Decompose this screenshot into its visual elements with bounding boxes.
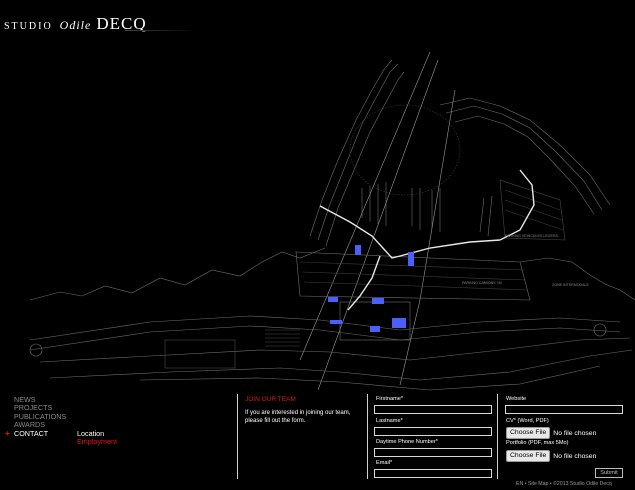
column-divider-2 [367,394,368,479]
map-label-intermodal: ZONE INTERMODALE [552,283,590,287]
footer: EN • Site Map • ©2013 Studio Odile Decq [516,481,612,487]
portfolio-file-status: No file chosen [553,452,597,460]
map-label-parking-light: PARKING VEHICULES LEGERS [505,234,558,238]
portfolio-label: Portfolio (PDF, max 5Mo) [506,440,569,446]
website-input[interactable] [505,405,623,414]
nav-contact-label: CONTACT [14,428,49,438]
phone-input[interactable] [374,448,492,457]
phone-label: Daytime Phone Number* [376,439,438,445]
cv-file-picker[interactable]: Choose File No file chosen [506,427,596,439]
join-text: If you are interested in joining our tea… [245,410,351,424]
email-label: Email* [376,460,393,466]
join-title: JOIN OUR TEAM [245,396,296,403]
website-label: Website [506,396,527,402]
lastname-input[interactable] [374,427,492,436]
column-divider-3 [497,394,498,479]
portfolio-file-picker[interactable]: Choose File No file chosen [506,450,596,462]
submit-button[interactable]: Submit [595,468,623,478]
subnav-employment[interactable]: Employment [77,437,117,446]
main-nav: NEWS PROJECTS PUBLICATIONS AWARDS + CONT… [5,395,66,438]
active-marker-plus-icon: + [5,428,10,438]
email-input[interactable] [374,469,492,478]
contact-subnav: Location Employment [77,429,117,447]
map-label-parking-trucks: PARKING CAMIONS 7M [462,281,502,285]
portfolio-choose-file-button[interactable]: Choose File [506,450,551,462]
firstname-input[interactable] [374,405,492,414]
cv-choose-file-button[interactable]: Choose File [506,427,551,439]
cv-label: CV* (Word, PDF) [506,418,549,424]
firstname-label: Firstname* [376,396,404,402]
join-team-intro: JOIN OUR TEAM If you are interested in j… [245,396,357,425]
cv-file-status: No file chosen [553,429,597,437]
lastname-label: Lastname* [376,418,403,424]
column-divider-1 [237,394,238,479]
footer-sitemap-link[interactable]: Site Map [528,481,548,487]
footer-copyright: ©2013 Studio Odile Decq [553,481,612,487]
nav-contact[interactable]: + CONTACT [5,428,66,438]
